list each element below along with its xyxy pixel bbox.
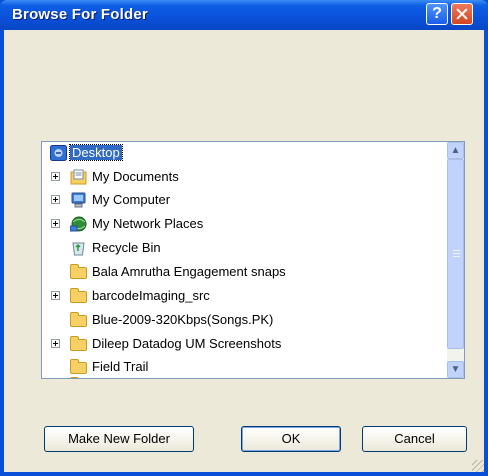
scroll-up-button[interactable]: ▲ bbox=[447, 142, 464, 159]
tree-item-label: Blue-2009-320Kbps(Songs.PK) bbox=[92, 312, 274, 327]
tree-item-label: Recycle Bin bbox=[92, 240, 161, 255]
cancel-button[interactable]: Cancel bbox=[362, 426, 467, 452]
cancel-label: Cancel bbox=[394, 431, 435, 446]
tree-item-recycle-bin[interactable]: Recycle Bin bbox=[42, 237, 447, 259]
tree-item-desktop[interactable]: Desktop bbox=[42, 142, 447, 164]
network-icon bbox=[69, 216, 87, 232]
tree-item-label: My Documents bbox=[92, 169, 179, 184]
documents-icon bbox=[70, 169, 87, 185]
title-bar[interactable]: Browse For Folder ? bbox=[0, 0, 488, 30]
thumb-grip bbox=[453, 256, 460, 257]
tree-item-my-computer[interactable]: My Computer bbox=[42, 189, 447, 211]
resize-grip[interactable] bbox=[472, 460, 484, 472]
folder-icon bbox=[70, 359, 87, 374]
scroll-down-button[interactable]: ▼ bbox=[447, 361, 464, 378]
scroll-thumb[interactable] bbox=[447, 159, 464, 349]
thumb-grip bbox=[453, 250, 460, 251]
folder-icon bbox=[70, 288, 87, 303]
folder-icon bbox=[70, 312, 87, 327]
computer-icon bbox=[70, 192, 87, 208]
folder-tree[interactable]: Desktop My Documents My Computer My Netw… bbox=[41, 141, 465, 379]
window-title: Browse For Folder bbox=[12, 6, 148, 23]
expand-icon[interactable] bbox=[51, 172, 60, 181]
close-button[interactable] bbox=[451, 3, 473, 25]
tree-item-my-documents[interactable]: My Documents bbox=[42, 166, 447, 188]
help-button[interactable]: ? bbox=[426, 3, 448, 25]
tree-item-folder[interactable]: Bala Amrutha Engagement snaps bbox=[42, 261, 447, 283]
expand-icon[interactable] bbox=[51, 195, 60, 204]
tree-item-folder[interactable]: Blue-2009-320Kbps(Songs.PK) bbox=[42, 309, 447, 331]
expand-icon[interactable] bbox=[51, 339, 60, 348]
ok-label: OK bbox=[281, 431, 301, 446]
desktop-icon bbox=[50, 145, 67, 161]
tree-item-folder-partial[interactable] bbox=[42, 374, 447, 378]
folder-icon bbox=[70, 264, 87, 279]
browse-for-folder-window: Browse For Folder ? Desktop My Documents bbox=[0, 0, 488, 476]
make-new-folder-label: Make New Folder bbox=[68, 431, 170, 446]
expand-icon[interactable] bbox=[51, 291, 60, 300]
expand-icon[interactable] bbox=[51, 219, 60, 228]
tree-item-folder[interactable]: Dileep Datadog UM Screenshots bbox=[42, 333, 447, 355]
tree-item-label: Desktop bbox=[69, 144, 123, 161]
tree-item-folder[interactable]: barcodeImaging_src bbox=[42, 285, 447, 307]
make-new-folder-button[interactable]: Make New Folder bbox=[44, 426, 194, 452]
recycle-bin-icon bbox=[70, 240, 87, 256]
ok-button[interactable]: OK bbox=[241, 426, 341, 452]
vertical-scrollbar[interactable]: ▲ ▼ bbox=[447, 142, 464, 378]
tree-item-label: My Network Places bbox=[92, 216, 204, 231]
tree-item-label: Bala Amrutha Engagement snaps bbox=[92, 264, 286, 279]
tree-item-my-network-places[interactable]: My Network Places bbox=[42, 213, 447, 235]
dialog-body: Desktop My Documents My Computer My Netw… bbox=[4, 30, 484, 472]
tree-item-label: barcodeImaging_src bbox=[92, 288, 210, 303]
tree-item-label: Field Trail bbox=[92, 359, 149, 374]
tree-item-label: My Computer bbox=[92, 192, 171, 207]
thumb-grip bbox=[453, 253, 460, 254]
folder-icon bbox=[70, 336, 87, 351]
tree-item-label: Dileep Datadog UM Screenshots bbox=[92, 336, 282, 351]
